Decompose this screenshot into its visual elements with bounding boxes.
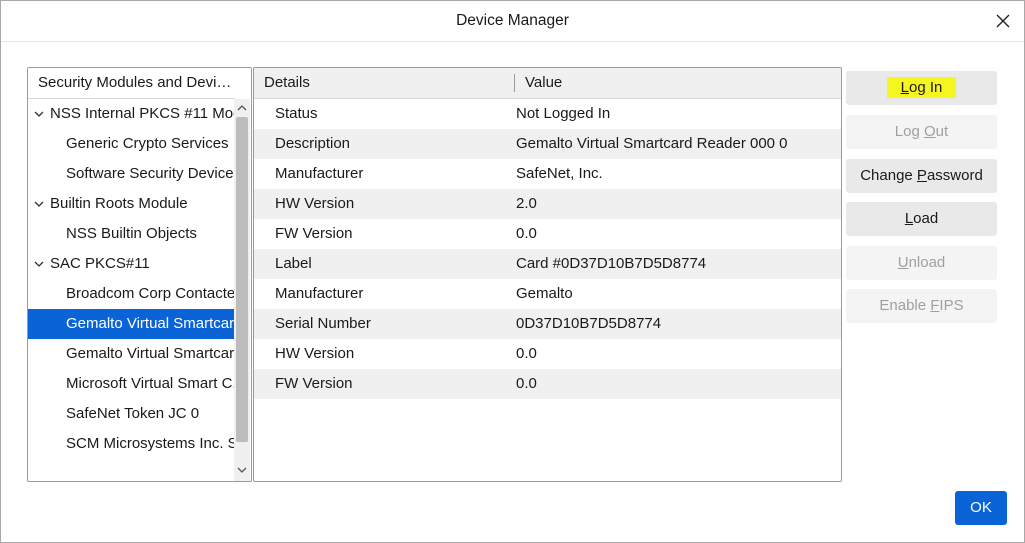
load-label-post: oad — [913, 210, 939, 227]
detail-name: FW Version — [275, 225, 353, 242]
detail-name: Label — [275, 255, 312, 272]
details-row[interactable]: Manufacturer SafeNet, Inc. — [254, 159, 841, 189]
tree-item-label: Builtin Roots Module — [50, 195, 188, 212]
details-column-header[interactable]: Details — [264, 68, 310, 98]
unload-accel: U — [897, 254, 909, 271]
column-separator[interactable] — [514, 74, 515, 92]
detail-value: 0.0 — [516, 375, 537, 392]
window-title: Device Manager — [456, 12, 569, 29]
log-in-label-post: og In — [908, 79, 943, 96]
detail-value: 0.0 — [516, 345, 537, 362]
details-row[interactable]: Serial Number 0D37D10B7D5D8774 — [254, 309, 841, 339]
tree-item[interactable]: SCM Microsystems Inc. SC — [28, 429, 234, 459]
tree-item[interactable]: NSS Builtin Objects — [28, 219, 234, 249]
device-manager-dialog: Device Manager Security Modules and Devi… — [0, 0, 1025, 543]
tree-item-label: Gemalto Virtual Smartcar — [66, 345, 234, 362]
chevron-down-icon[interactable] — [34, 199, 44, 209]
details-row[interactable]: Label Card #0D37D10B7D5D8774 — [254, 249, 841, 279]
load-accel: L — [904, 210, 914, 227]
tree-item[interactable]: Microsoft Virtual Smart C. — [28, 369, 234, 399]
tree-item-label: SafeNet Token JC 0 — [66, 405, 200, 422]
close-icon — [996, 14, 1010, 28]
tree-item-label: Broadcom Corp Contacte — [66, 285, 234, 302]
tree-item-label: Microsoft Virtual Smart C. — [66, 375, 234, 392]
details-row[interactable]: Manufacturer Gemalto — [254, 279, 841, 309]
ok-button[interactable]: OK — [955, 491, 1007, 525]
scroll-down-icon[interactable] — [236, 463, 248, 477]
detail-value: Not Logged In — [516, 105, 611, 122]
detail-value: Card #0D37D10B7D5D8774 — [516, 255, 707, 272]
change-password-label-post: assword — [926, 167, 983, 184]
change-password-button[interactable]: Change Password — [846, 159, 997, 193]
details-row[interactable]: Description Gemalto Virtual Smartcard Rea… — [254, 129, 841, 159]
detail-name: FW Version — [275, 375, 353, 392]
tree-item-label: Software Security Device — [66, 165, 234, 182]
log-out-accel: O — [924, 123, 936, 140]
detail-name: Manufacturer — [275, 285, 364, 302]
security-modules-tree[interactable]: Security Modules and Devic... NSS Intern… — [27, 67, 252, 482]
value-column-header[interactable]: Value — [525, 68, 562, 98]
tree-item-label: Generic Crypto Services — [66, 135, 229, 152]
detail-name: Serial Number — [275, 315, 371, 332]
details-row[interactable]: FW Version 0.0 — [254, 219, 841, 249]
details-row[interactable]: Status Not Logged In — [254, 99, 841, 129]
scroll-up-icon[interactable] — [236, 101, 248, 115]
tree-item[interactable]: SafeNet Token JC 0 — [28, 399, 234, 429]
close-button[interactable] — [988, 7, 1018, 35]
tree-item[interactable]: Gemalto Virtual Smartcar — [28, 309, 234, 339]
chevron-down-icon[interactable] — [34, 259, 44, 269]
log-in-button[interactable]: Log In — [846, 71, 997, 105]
details-header: Details Value — [254, 68, 841, 99]
tree-item[interactable]: NSS Internal PKCS #11 Mod. — [28, 99, 234, 129]
tree-column-header[interactable]: Security Modules and Devic... — [28, 68, 235, 99]
tree-item-label: SAC PKCS#11 — [50, 255, 150, 272]
tree-item-label: SCM Microsystems Inc. SC — [66, 435, 234, 452]
details-row[interactable]: HW Version 0.0 — [254, 339, 841, 369]
details-row[interactable]: HW Version 2.0 — [254, 189, 841, 219]
tree-scrollbar[interactable] — [234, 99, 250, 481]
unload-label-post: nload — [908, 254, 946, 271]
log-in-highlight: Log In — [886, 77, 957, 98]
detail-value: SafeNet, Inc. — [516, 165, 603, 182]
details-row[interactable]: FW Version 0.0 — [254, 369, 841, 399]
detail-name: HW Version — [275, 195, 355, 212]
detail-value: 2.0 — [516, 195, 537, 212]
unload-button[interactable]: Unload — [846, 246, 997, 280]
tree-item-label: NSS Builtin Objects — [66, 225, 197, 242]
details-table: Details Value Status Not Logged In Descrip… — [253, 67, 842, 482]
log-out-button[interactable]: Log Out — [846, 115, 997, 149]
tree-item-label: Gemalto Virtual Smartcar — [66, 315, 234, 332]
log-in-accel: L — [900, 79, 909, 96]
detail-name: Manufacturer — [275, 165, 364, 182]
change-password-accel: P — [916, 167, 927, 184]
tree-item-label: NSS Internal PKCS #11 Mod. — [50, 105, 234, 122]
detail-value: 0.0 — [516, 225, 537, 242]
detail-name: Status — [275, 105, 318, 122]
enable-fips-label-pre: Enable — [879, 297, 931, 314]
enable-fips-button[interactable]: Enable FIPS — [846, 289, 997, 323]
detail-value: Gemalto Virtual Smartcard Reader 000 0 — [516, 135, 788, 152]
title-bar: Device Manager — [1, 1, 1024, 42]
log-out-label-pre: Log — [894, 123, 924, 140]
detail-value: Gemalto — [516, 285, 573, 302]
scroll-thumb[interactable] — [236, 117, 248, 442]
tree-rows: NSS Internal PKCS #11 Mod. Generic Crypto… — [28, 99, 234, 459]
tree-item[interactable]: Software Security Device — [28, 159, 234, 189]
tree-item[interactable]: Builtin Roots Module — [28, 189, 234, 219]
enable-fips-label-post: IPS — [939, 297, 964, 314]
detail-name: Description — [275, 135, 351, 152]
details-rows: Status Not Logged In Description Gemalto Vi… — [254, 99, 841, 399]
log-out-label-post: ut — [935, 123, 949, 140]
detail-name: HW Version — [275, 345, 355, 362]
chevron-down-icon[interactable] — [34, 109, 44, 119]
detail-value: 0D37D10B7D5D8774 — [516, 315, 662, 332]
tree-item[interactable]: SAC PKCS#11 — [28, 249, 234, 279]
tree-item[interactable]: Broadcom Corp Contacte — [28, 279, 234, 309]
change-password-label-pre: Change — [860, 167, 917, 184]
tree-item[interactable]: Generic Crypto Services — [28, 129, 234, 159]
load-button[interactable]: Load — [846, 202, 997, 236]
tree-item[interactable]: Gemalto Virtual Smartcar — [28, 339, 234, 369]
